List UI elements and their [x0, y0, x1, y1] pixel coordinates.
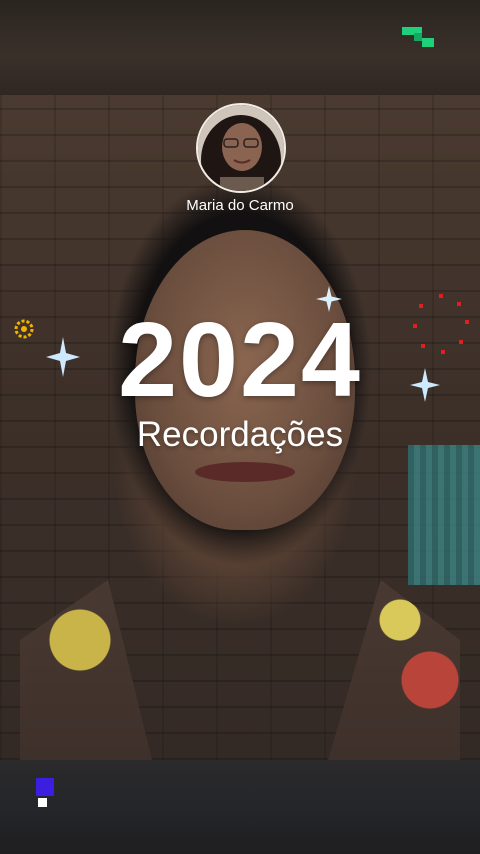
memory-video-frame[interactable]: Maria do Carmo 2024 Recordações	[0, 0, 480, 854]
avatar-portrait	[198, 105, 284, 191]
brand-logo-icon	[36, 778, 58, 808]
blurred-bottom-band	[0, 760, 480, 854]
photo-lips	[195, 462, 295, 482]
profile-avatar[interactable]	[196, 103, 286, 193]
brand-logo-icon	[402, 27, 434, 49]
photo-chair	[408, 445, 480, 585]
memories-subtitle: Recordações	[136, 415, 344, 454]
year-title: 2024	[118, 301, 362, 419]
profile-name: Maria do Carmo	[186, 197, 294, 214]
